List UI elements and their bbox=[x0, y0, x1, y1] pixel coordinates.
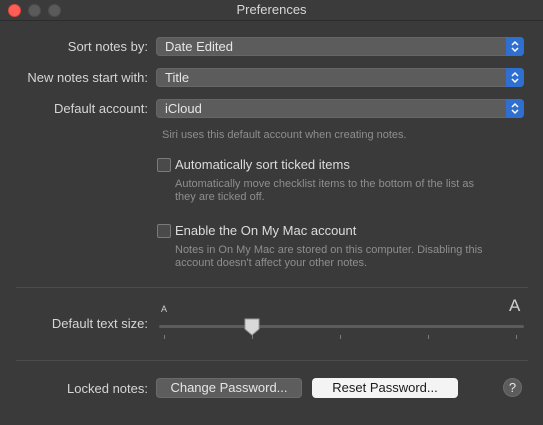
on-my-mac-hint-line2: account doesn't affect your other notes. bbox=[175, 257, 368, 269]
slider-tick bbox=[516, 335, 517, 339]
default-account-label: Default account: bbox=[54, 101, 148, 116]
stepper-icon bbox=[506, 68, 524, 87]
large-a-glyph: A bbox=[509, 296, 521, 315]
on-my-mac-hint-line1: Notes in On My Mac are stored on this co… bbox=[175, 244, 483, 256]
auto-sort-checkbox[interactable] bbox=[157, 158, 171, 172]
small-a-glyph: A bbox=[161, 304, 168, 314]
on-my-mac-checkbox[interactable] bbox=[157, 224, 171, 238]
auto-sort-hint-line2: they are ticked off. bbox=[175, 191, 265, 203]
reset-password-button[interactable]: Reset Password... bbox=[312, 378, 458, 398]
sort-notes-label: Sort notes by: bbox=[67, 39, 148, 54]
slider-tick bbox=[428, 335, 429, 339]
slider-tick bbox=[340, 335, 341, 339]
stepper-icon bbox=[506, 37, 524, 56]
auto-sort-hint-line1: Automatically move checklist items to th… bbox=[175, 178, 474, 190]
new-notes-label: New notes start with: bbox=[27, 70, 148, 85]
text-size-label: Default text size: bbox=[51, 316, 148, 331]
new-notes-value: Title bbox=[165, 70, 190, 85]
locked-notes-label: Locked notes: bbox=[67, 381, 148, 396]
window-title: Preferences bbox=[236, 2, 307, 17]
default-account-hint: Siri uses this default account when crea… bbox=[162, 129, 407, 141]
on-my-mac-label[interactable]: Enable the On My Mac account bbox=[175, 223, 356, 238]
stepper-icon bbox=[506, 99, 524, 118]
title-bar: Preferences bbox=[0, 0, 543, 21]
default-account-value: iCloud bbox=[165, 101, 202, 116]
default-account-popup[interactable]: iCloud bbox=[156, 99, 524, 118]
divider bbox=[16, 360, 528, 361]
change-password-button[interactable]: Change Password... bbox=[156, 378, 302, 398]
preferences-window: Preferences Sort notes by: Date Edited N… bbox=[0, 0, 543, 425]
divider bbox=[16, 287, 528, 288]
new-notes-popup[interactable]: Title bbox=[156, 68, 524, 87]
slider-thumb-icon[interactable] bbox=[243, 318, 261, 342]
sort-notes-value: Date Edited bbox=[165, 39, 233, 54]
sort-notes-popup[interactable]: Date Edited bbox=[156, 37, 524, 56]
slider-tick bbox=[164, 335, 165, 339]
auto-sort-label[interactable]: Automatically sort ticked items bbox=[175, 157, 350, 172]
help-icon[interactable]: ? bbox=[503, 378, 522, 397]
text-size-slider[interactable] bbox=[159, 325, 524, 328]
